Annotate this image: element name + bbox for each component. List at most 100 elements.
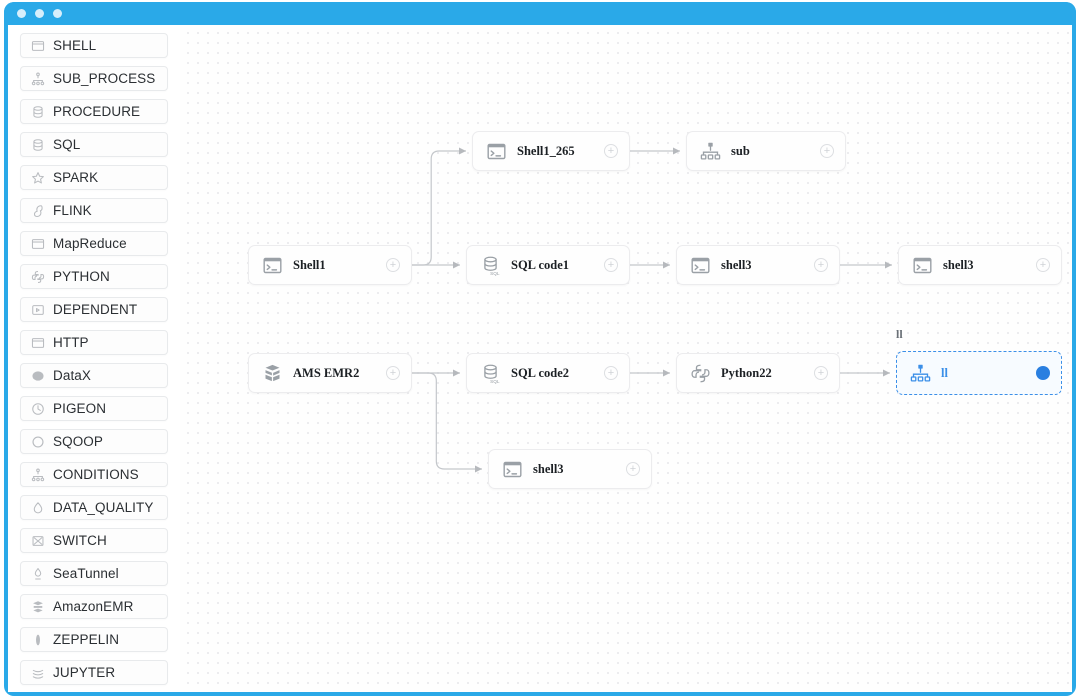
node-add-icon[interactable]: + [814, 258, 828, 272]
sidebar-item-sqoop[interactable]: SQOOP [20, 429, 168, 454]
minimize-dot[interactable] [35, 9, 44, 18]
workflow-node-sqlcode2[interactable]: SQL SQL code2 + [466, 353, 630, 393]
terminal-icon [261, 254, 283, 276]
sidebar-item-seatunnel[interactable]: SeaTunnel [20, 561, 168, 586]
sidebar-item-label: ZEPPELIN [53, 632, 120, 647]
sidebar-item-label: PROCEDURE [53, 104, 141, 119]
close-dot[interactable] [17, 9, 26, 18]
workflow-node-sqlcode1[interactable]: SQL SQL code1 + [466, 245, 630, 285]
svg-text:SQL: SQL [490, 379, 500, 384]
datax-icon [30, 368, 45, 383]
workflow-node-shell1_265[interactable]: Shell1_265 + [472, 131, 630, 171]
workflow-node-amsemr2[interactable]: AMS EMR2 + [248, 353, 412, 393]
sidebar-item-procedure[interactable]: PROCEDURE [20, 99, 168, 124]
workflow-node-shell3_b[interactable]: shell3 + [898, 245, 1062, 285]
sqoop-circle-icon [30, 434, 45, 449]
sidebar-item-label: FLINK [53, 203, 92, 218]
switch-icon [30, 533, 45, 548]
droplet-icon [30, 500, 45, 515]
sidebar-item-label: SWITCH [53, 533, 107, 548]
workflow-node-sub_ll[interactable]: ll [896, 351, 1062, 395]
spark-star-icon [30, 170, 45, 185]
sidebar-item-label: DATA_QUALITY [53, 500, 154, 515]
sidebar-item-label: DEPENDENT [53, 302, 138, 317]
node-add-icon[interactable]: + [604, 258, 618, 272]
node-add-icon[interactable]: + [1036, 258, 1050, 272]
sidebar-item-label: SPARK [53, 170, 99, 185]
sidebar-item-jupyter[interactable]: JUPYTER [20, 660, 168, 685]
workflow-node-shell3_a[interactable]: shell3 + [676, 245, 840, 285]
node-connection-handle[interactable] [1036, 366, 1050, 380]
node-label: Shell1_265 [517, 143, 575, 158]
sidebar-item-label: SQL [53, 137, 81, 152]
sidebar-item-python[interactable]: PYTHON [20, 264, 168, 289]
node-label: Shell1 [293, 257, 326, 272]
node-label: ll [941, 365, 948, 380]
node-add-icon[interactable]: + [604, 366, 618, 380]
flink-squirrel-icon [30, 203, 45, 218]
node-add-icon[interactable]: + [386, 366, 400, 380]
sidebar-item-label: SeaTunnel [53, 566, 119, 581]
sidebar-item-label: SHELL [53, 38, 97, 53]
sidebar-item-http[interactable]: HTTP [20, 330, 168, 355]
sidebar-item-data-quality[interactable]: DATA_QUALITY [20, 495, 168, 520]
sidebar-item-conditions[interactable]: CONDITIONS [20, 462, 168, 487]
sidebar-item-flink[interactable]: FLINK [20, 198, 168, 223]
hierarchy-icon [30, 71, 45, 86]
workflow-node-shell3_c[interactable]: shell3 + [488, 449, 652, 489]
sidebar-item-label: PYTHON [53, 269, 110, 284]
sidebar-item-zeppelin[interactable]: ZEPPELIN [20, 627, 168, 652]
node-add-icon[interactable]: + [814, 366, 828, 380]
terminal-icon [30, 38, 45, 53]
workflow-node-sub[interactable]: sub + [686, 131, 846, 171]
sidebar-item-label: AmazonEMR [53, 599, 134, 614]
node-add-icon[interactable]: + [604, 144, 618, 158]
jupyter-icon [30, 665, 45, 680]
sidebar-item-label: HTTP [53, 335, 89, 350]
node-label: Python22 [721, 365, 772, 380]
sidebar-item-mapreduce[interactable]: MapReduce [20, 231, 168, 256]
sidebar-item-spark[interactable]: SPARK [20, 165, 168, 190]
sidebar-item-pigeon[interactable]: PIGEON [20, 396, 168, 421]
sidebar-item-sql[interactable]: SQL [20, 132, 168, 157]
svg-text:SQL: SQL [490, 271, 500, 276]
terminal-icon [501, 458, 523, 480]
maximize-dot[interactable] [53, 9, 62, 18]
sidebar-item-sub-process[interactable]: SUB_PROCESS [20, 66, 168, 91]
sidebar-item-amazonemr[interactable]: AmazonEMR [20, 594, 168, 619]
sidebar-item-label: SQOOP [53, 434, 104, 449]
conditions-icon [30, 467, 45, 482]
node-label: shell3 [721, 257, 752, 272]
hierarchy-icon [909, 362, 931, 384]
workflow-node-shell1[interactable]: Shell1 + [248, 245, 412, 285]
node-add-icon[interactable]: + [820, 144, 834, 158]
pigeon-clock-icon [30, 401, 45, 416]
window-titlebar [4, 2, 1076, 25]
node-add-icon[interactable]: + [386, 258, 400, 272]
app-window: SHELL SUB_PROCESS PROCEDURE SQL SPARK FLINK Ma… [4, 2, 1076, 696]
sidebar-item-label: SUB_PROCESS [53, 71, 156, 86]
workflow-node-python22[interactable]: Python22 + [676, 353, 840, 393]
node-label: AMS EMR2 [293, 365, 360, 380]
sidebar-item-dependent[interactable]: DEPENDENT [20, 297, 168, 322]
sidebar-item-switch[interactable]: SWITCH [20, 528, 168, 553]
amazon-emr-icon [30, 599, 45, 614]
window-body: SHELL SUB_PROCESS PROCEDURE SQL SPARK FLINK Ma… [8, 25, 1072, 692]
node-floating-label: ll [896, 327, 903, 341]
node-label: SQL code2 [511, 365, 569, 380]
zeppelin-icon [30, 632, 45, 647]
dependent-icon [30, 302, 45, 317]
sidebar-item-shell[interactable]: SHELL [20, 33, 168, 58]
sidebar-item-label: JUPYTER [53, 665, 116, 680]
terminal-icon [485, 140, 507, 162]
workflow-canvas[interactable]: Shell1 + Shell1_265 + sub + SQL SQL code1 + shell… [180, 25, 1072, 692]
sidebar-item-label: CONDITIONS [53, 467, 139, 482]
terminal-icon [911, 254, 933, 276]
sidebar-item-datax[interactable]: DataX [20, 363, 168, 388]
database-icon: SQL [479, 254, 501, 276]
sidebar-item-label: DataX [53, 368, 92, 383]
node-add-icon[interactable]: + [626, 462, 640, 476]
seatunnel-icon [30, 566, 45, 581]
task-type-sidebar[interactable]: SHELL SUB_PROCESS PROCEDURE SQL SPARK FLINK Ma… [8, 25, 180, 692]
node-label: shell3 [533, 461, 564, 476]
